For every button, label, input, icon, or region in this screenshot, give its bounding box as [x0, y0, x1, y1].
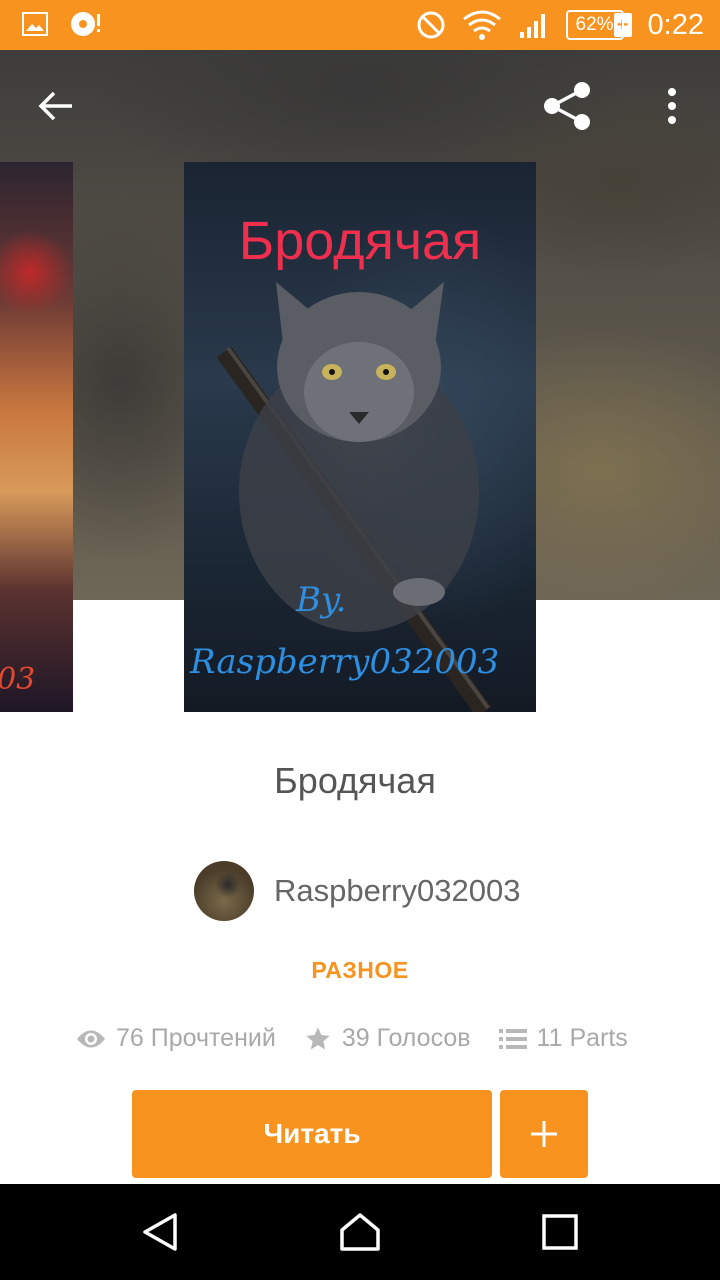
home-icon — [340, 1213, 380, 1251]
author-name[interactable]: Raspberry032003 — [274, 873, 520, 909]
image-notification-icon — [22, 12, 48, 36]
music-notification-icon — [71, 12, 100, 36]
back-button[interactable] — [26, 76, 86, 136]
author-avatar[interactable] — [194, 861, 254, 921]
battery-level: 62% — [575, 14, 614, 35]
do-not-disturb-icon — [417, 11, 445, 39]
cover-author-text: Raspberry032003 — [190, 642, 500, 682]
nav-recents-button[interactable] — [530, 1202, 590, 1262]
star-icon — [306, 1026, 330, 1049]
list-icon — [498, 1028, 527, 1049]
book-cover[interactable]: Бродячая By. Raspberry032003 — [184, 162, 536, 712]
nav-home-button[interactable] — [330, 1202, 390, 1262]
previous-book-cover[interactable]: 003 — [0, 162, 73, 712]
triangle-back-icon — [143, 1213, 177, 1251]
more-options-button[interactable] — [642, 76, 702, 136]
plus-icon — [531, 1121, 557, 1147]
status-bar: 62% + 0:22 — [0, 0, 720, 50]
share-icon — [544, 82, 590, 130]
parts-stat: 11 Parts — [498, 1024, 628, 1053]
previous-cover-text: 003 — [0, 662, 36, 697]
share-button[interactable] — [538, 76, 598, 136]
cover-title: Бродячая — [238, 211, 482, 271]
arrow-back-icon — [38, 91, 72, 121]
reads-count: 76 Прочтений — [116, 1024, 276, 1052]
more-vert-icon — [668, 88, 676, 124]
signal-icon — [519, 14, 545, 38]
author-link[interactable]: Raspberry032003 — [194, 861, 520, 921]
stats-row: 76 Прочтений 39 Голосов 11 Parts — [76, 1024, 656, 1053]
read-button-label: Читать — [263, 1118, 361, 1149]
read-button[interactable]: Читать — [132, 1090, 492, 1178]
votes-count: 39 Голосов — [341, 1024, 471, 1052]
cover-by-text: By. — [296, 580, 347, 620]
wifi-icon — [462, 10, 501, 40]
nav-back-button[interactable] — [130, 1202, 190, 1262]
eye-icon — [77, 1030, 105, 1047]
battery-indicator: 62% — [565, 10, 624, 40]
category-label[interactable]: РАЗНОЕ — [0, 957, 720, 984]
navigation-bar — [0, 1184, 720, 1280]
add-to-library-button[interactable] — [500, 1090, 588, 1178]
reads-stat: 76 Прочтений — [76, 1024, 276, 1053]
clock: 0:22 — [647, 8, 704, 41]
square-recents-icon — [542, 1214, 578, 1250]
parts-count: 11 Parts — [536, 1024, 628, 1052]
book-title: Бродячая — [274, 760, 436, 801]
votes-stat: 39 Голосов — [304, 1024, 471, 1053]
